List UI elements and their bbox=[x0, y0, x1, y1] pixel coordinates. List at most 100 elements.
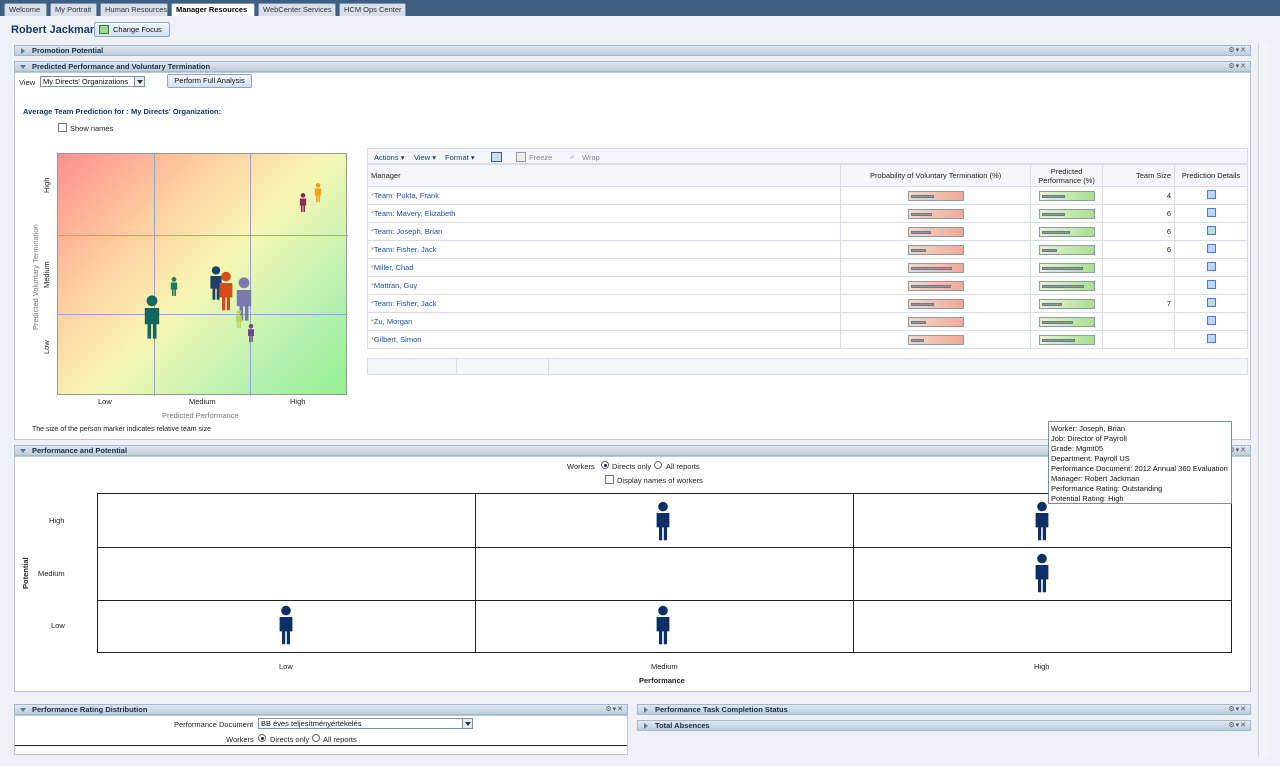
manager-cell[interactable]: *Team: Joseph, Brian bbox=[366, 222, 842, 241]
expand-icon[interactable] bbox=[644, 723, 648, 729]
worker-icon[interactable] bbox=[279, 605, 293, 645]
tab-hcm-ops-center[interactable]: HCM Ops Center bbox=[339, 3, 406, 16]
freeze-button[interactable]: Freeze bbox=[529, 153, 552, 162]
chevron-down-icon[interactable] bbox=[462, 719, 472, 728]
person-marker[interactable] bbox=[299, 193, 307, 212]
panel-controls-icon[interactable]: ⚙▾✕ bbox=[1228, 62, 1247, 71]
manager-link[interactable]: Team: Mavery, Elizabeth bbox=[374, 209, 456, 218]
directs-only-radio[interactable] bbox=[258, 734, 266, 742]
panel-controls-icon[interactable]: ⚙▾✕ bbox=[605, 705, 624, 714]
manager-cell[interactable]: *Gilbert, Simon bbox=[366, 330, 842, 349]
manager-cell[interactable]: *Team: Fisher, Jack bbox=[366, 294, 842, 313]
format-menu[interactable]: Format ▾ bbox=[445, 153, 475, 162]
performance-document-select[interactable]: BB éves teljesítményértékelés bbox=[258, 718, 473, 729]
prediction-details-cell[interactable] bbox=[1174, 186, 1248, 205]
wrap-icon[interactable]: ⤶ bbox=[570, 152, 574, 162]
prediction-details-cell[interactable] bbox=[1174, 204, 1248, 223]
expand-icon[interactable] bbox=[644, 707, 648, 713]
tab-human-resources[interactable]: Human Resources bbox=[100, 3, 168, 16]
page-scrollbar[interactable] bbox=[1258, 44, 1268, 756]
directs-only-radio[interactable] bbox=[601, 461, 609, 469]
prediction-details-icon[interactable] bbox=[1206, 298, 1216, 307]
person-marker[interactable] bbox=[236, 310, 242, 328]
actions-menu[interactable]: Actions ▾ bbox=[374, 153, 404, 162]
prediction-details-cell[interactable] bbox=[1174, 294, 1248, 313]
col-team-size[interactable]: Team Size bbox=[1102, 164, 1175, 187]
detach-icon[interactable] bbox=[491, 152, 502, 162]
panel-controls-icon[interactable]: ⚙▾✕ bbox=[1228, 721, 1247, 730]
person-marker[interactable] bbox=[219, 271, 233, 311]
manager-cell[interactable]: *Miller, Chad bbox=[366, 258, 842, 277]
section-rating-distribution[interactable]: Performance Rating Distribution ⚙▾✕ bbox=[14, 704, 628, 715]
manager-cell[interactable]: *Zu, Morgan bbox=[366, 312, 842, 331]
wrap-button[interactable]: Wrap bbox=[582, 153, 600, 162]
prediction-details-icon[interactable] bbox=[1206, 316, 1216, 325]
termination-bar bbox=[907, 298, 964, 309]
manager-link[interactable]: Team: Pukta, Frank bbox=[374, 191, 439, 200]
tab-manager-resources[interactable]: Manager Resources bbox=[171, 3, 255, 16]
col-prediction-details[interactable]: Prediction Details bbox=[1174, 164, 1248, 187]
prediction-details-icon[interactable] bbox=[1206, 226, 1216, 235]
worker-icon[interactable] bbox=[656, 501, 670, 541]
manager-cell[interactable]: *Team: Pukta, Frank bbox=[366, 186, 842, 205]
section-promotion-potential[interactable]: Promotion Potential ⚙▾✕ bbox=[14, 45, 1251, 56]
change-focus-button[interactable]: Change Focus bbox=[94, 22, 170, 37]
prediction-details-icon[interactable] bbox=[1206, 244, 1216, 253]
prediction-details-cell[interactable] bbox=[1174, 276, 1248, 295]
worker-icon[interactable] bbox=[656, 605, 670, 645]
manager-link[interactable]: Zu, Morgan bbox=[374, 317, 412, 326]
manager-cell[interactable]: *Mattran, Guy bbox=[366, 276, 842, 295]
panel-controls-icon[interactable]: ⚙▾✕ bbox=[1228, 46, 1247, 55]
col-performance[interactable]: Predicted Performance (%) bbox=[1030, 164, 1104, 187]
person-marker[interactable] bbox=[170, 277, 178, 296]
termination-bar-fill bbox=[910, 302, 935, 306]
all-reports-radio[interactable] bbox=[654, 461, 662, 469]
prediction-details-icon[interactable] bbox=[1206, 262, 1216, 271]
display-names-checkbox[interactable] bbox=[605, 475, 614, 484]
collapse-icon[interactable] bbox=[20, 708, 26, 715]
tab-welcome[interactable]: Welcome bbox=[4, 3, 47, 16]
freeze-icon[interactable] bbox=[516, 152, 526, 162]
tab-my-portrait[interactable]: My Portrait bbox=[50, 3, 97, 16]
section-total-absences[interactable]: Total Absences ⚙▾✕ bbox=[637, 720, 1251, 731]
col-manager[interactable]: Manager bbox=[366, 164, 842, 187]
manager-link[interactable]: Team: Fisher, Jack bbox=[374, 299, 437, 308]
manager-link[interactable]: Team: Fisher, Jack bbox=[374, 245, 437, 254]
expand-icon[interactable] bbox=[21, 48, 25, 54]
row-label-high: High bbox=[49, 516, 65, 525]
prediction-details-cell[interactable] bbox=[1174, 240, 1248, 259]
chevron-down-icon[interactable] bbox=[134, 77, 144, 86]
view-menu[interactable]: View ▾ bbox=[414, 153, 436, 162]
view-select[interactable]: My Directs' Organizations bbox=[40, 76, 145, 87]
panel-controls-icon[interactable]: ⚙▾✕ bbox=[1228, 705, 1247, 714]
prediction-details-icon[interactable] bbox=[1206, 208, 1216, 217]
manager-link[interactable]: Gilbert, Simon bbox=[374, 335, 422, 344]
person-marker[interactable] bbox=[314, 183, 322, 202]
manager-cell[interactable]: *Team: Mavery, Elizabeth bbox=[366, 204, 842, 223]
perform-analysis-button[interactable]: Perform Full Analysis bbox=[167, 74, 252, 88]
person-marker[interactable] bbox=[248, 324, 254, 342]
manager-cell[interactable]: *Team: Fisher, Jack bbox=[366, 240, 842, 259]
all-reports-radio[interactable] bbox=[312, 734, 320, 742]
collapse-icon[interactable] bbox=[20, 449, 26, 456]
termination-bar-fill bbox=[910, 194, 935, 198]
manager-link[interactable]: Team: Joseph, Brian bbox=[374, 227, 442, 236]
person-marker[interactable] bbox=[144, 295, 160, 339]
prediction-details-cell[interactable] bbox=[1174, 258, 1248, 277]
show-names-checkbox[interactable] bbox=[58, 123, 67, 132]
prediction-details-cell[interactable] bbox=[1174, 222, 1248, 241]
section-predicted-performance[interactable]: Predicted Performance and Voluntary Term… bbox=[14, 61, 1251, 72]
section-task-completion[interactable]: Performance Task Completion Status ⚙▾✕ bbox=[637, 704, 1251, 715]
manager-link[interactable]: Miller, Chad bbox=[374, 263, 414, 272]
prediction-details-cell[interactable] bbox=[1174, 330, 1248, 349]
manager-link[interactable]: Mattran, Guy bbox=[374, 281, 417, 290]
tab-webcenter-services[interactable]: WebCenter Services bbox=[258, 3, 336, 16]
col-termination[interactable]: Probability of Voluntary Termination (%) bbox=[840, 164, 1032, 187]
worker-icon[interactable] bbox=[1035, 553, 1049, 593]
prediction-details-icon[interactable] bbox=[1206, 190, 1216, 199]
collapse-icon[interactable] bbox=[20, 65, 26, 72]
worker-icon[interactable] bbox=[1035, 501, 1049, 541]
prediction-details-icon[interactable] bbox=[1206, 280, 1216, 289]
prediction-details-cell[interactable] bbox=[1174, 312, 1248, 331]
prediction-details-icon[interactable] bbox=[1206, 334, 1216, 343]
